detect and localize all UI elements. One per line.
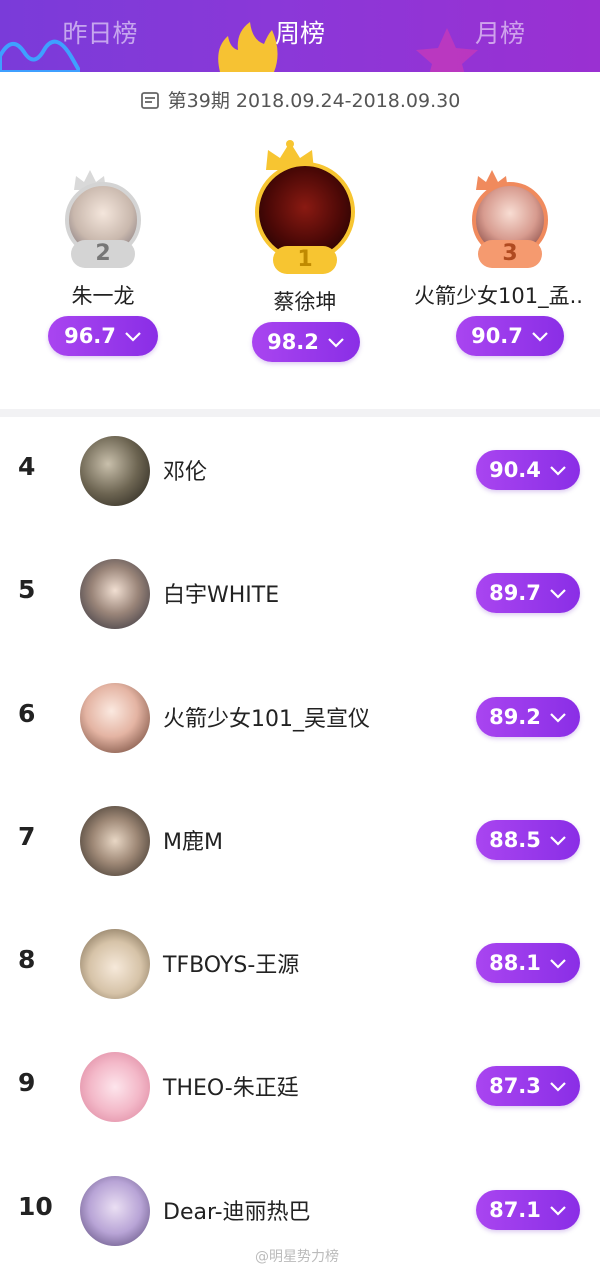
rank-badge: 1 [273, 246, 337, 274]
podium-rank-3[interactable]: 3 火箭少女101_孟.. 90.7 [412, 168, 600, 368]
podium-rank-1[interactable]: 1 蔡徐坤 98.2 [242, 140, 368, 366]
list-item[interactable]: 6 火箭少女101_吴宣仪 89.2 [0, 679, 600, 759]
rank-number: 4 [18, 452, 36, 481]
score-value: 88.1 [489, 951, 541, 975]
score-pill[interactable]: 87.3 [476, 1066, 580, 1106]
star-name: 邓伦 [163, 460, 208, 485]
rank-number: 9 [18, 1068, 36, 1097]
star-name: 火箭少女101_吴宣仪 [163, 707, 370, 732]
score-pill[interactable]: 96.7 [48, 316, 158, 356]
list-item[interactable]: 4 邓伦 90.4 [0, 432, 600, 512]
list-item[interactable]: 7 M鹿M 88.5 [0, 802, 600, 882]
score-pill[interactable]: 88.5 [476, 820, 580, 860]
star-name: 白宇WHITE [163, 583, 280, 608]
score-value: 90.4 [489, 458, 541, 482]
avatar[interactable] [80, 559, 150, 629]
rank-number: 10 [18, 1192, 53, 1221]
tab-monthly[interactable]: 月榜 [400, 0, 600, 72]
ranking-tab-bar: 昨日榜 周榜 月榜 [0, 0, 600, 72]
chevron-down-icon [550, 1206, 566, 1216]
score-pill[interactable]: 87.1 [476, 1190, 580, 1230]
score-value: 90.7 [471, 324, 523, 348]
rank-badge: 2 [71, 240, 135, 268]
chevron-down-icon [532, 332, 548, 342]
avatar[interactable] [80, 929, 150, 999]
score-pill[interactable]: 89.2 [476, 697, 580, 737]
score-value: 87.3 [489, 1074, 541, 1098]
avatar[interactable] [80, 1176, 150, 1246]
score-pill[interactable]: 88.1 [476, 943, 580, 983]
avatar[interactable] [80, 683, 150, 753]
score-value: 87.1 [489, 1198, 541, 1222]
score-pill[interactable]: 90.4 [476, 450, 580, 490]
score-value: 96.7 [64, 324, 116, 348]
chevron-down-icon [125, 332, 141, 342]
chevron-down-icon [550, 1082, 566, 1092]
podium-name: 火箭少女101_孟.. [414, 284, 583, 308]
rank-number: 8 [18, 945, 36, 974]
avatar[interactable] [80, 436, 150, 506]
score-value: 88.5 [489, 828, 541, 852]
score-pill[interactable]: 89.7 [476, 573, 580, 613]
list-item[interactable]: 5 白宇WHITE 89.7 [0, 555, 600, 635]
tab-yesterday[interactable]: 昨日榜 [0, 0, 200, 72]
chevron-down-icon [550, 959, 566, 969]
rank-number: 7 [18, 822, 36, 851]
chevron-down-icon [550, 713, 566, 723]
section-divider [0, 409, 600, 417]
calendar-icon [140, 91, 159, 109]
star-name: THEO-朱正廷 [163, 1076, 299, 1101]
rank-number: 5 [18, 575, 36, 604]
star-name: M鹿M [163, 830, 223, 855]
chevron-down-icon [550, 466, 566, 476]
watermark: @明星势力榜 [255, 1249, 339, 1265]
avatar[interactable] [80, 806, 150, 876]
podium-name: 朱一龙 [71, 284, 135, 308]
score-value: 89.2 [489, 705, 541, 729]
score-pill[interactable]: 90.7 [456, 316, 564, 356]
score-value: 89.7 [489, 581, 541, 605]
score-pill[interactable]: 98.2 [252, 322, 360, 362]
chevron-down-icon [550, 589, 566, 599]
podium-name: 蔡徐坤 [273, 290, 337, 314]
podium-rank-2[interactable]: 2 朱一龙 96.7 [40, 168, 166, 368]
rank-badge: 3 [478, 240, 542, 268]
star-name: TFBOYS-王源 [163, 953, 300, 978]
chevron-down-icon [328, 338, 344, 348]
chevron-down-icon [550, 836, 566, 846]
rank-number: 6 [18, 699, 36, 728]
score-value: 98.2 [267, 330, 319, 354]
period-text: 第39期 2018.09.24-2018.09.30 [167, 90, 461, 112]
list-item[interactable]: 10 Dear-迪丽热巴 87.1 [0, 1172, 600, 1252]
star-name: Dear-迪丽热巴 [163, 1200, 311, 1225]
avatar[interactable] [80, 1052, 150, 1122]
list-item[interactable]: 8 TFBOYS-王源 88.1 [0, 925, 600, 1005]
tab-weekly[interactable]: 周榜 [200, 0, 400, 72]
list-item[interactable]: 9 THEO-朱正廷 87.3 [0, 1048, 600, 1128]
period-line: 第39期 2018.09.24-2018.09.30 [0, 86, 600, 113]
